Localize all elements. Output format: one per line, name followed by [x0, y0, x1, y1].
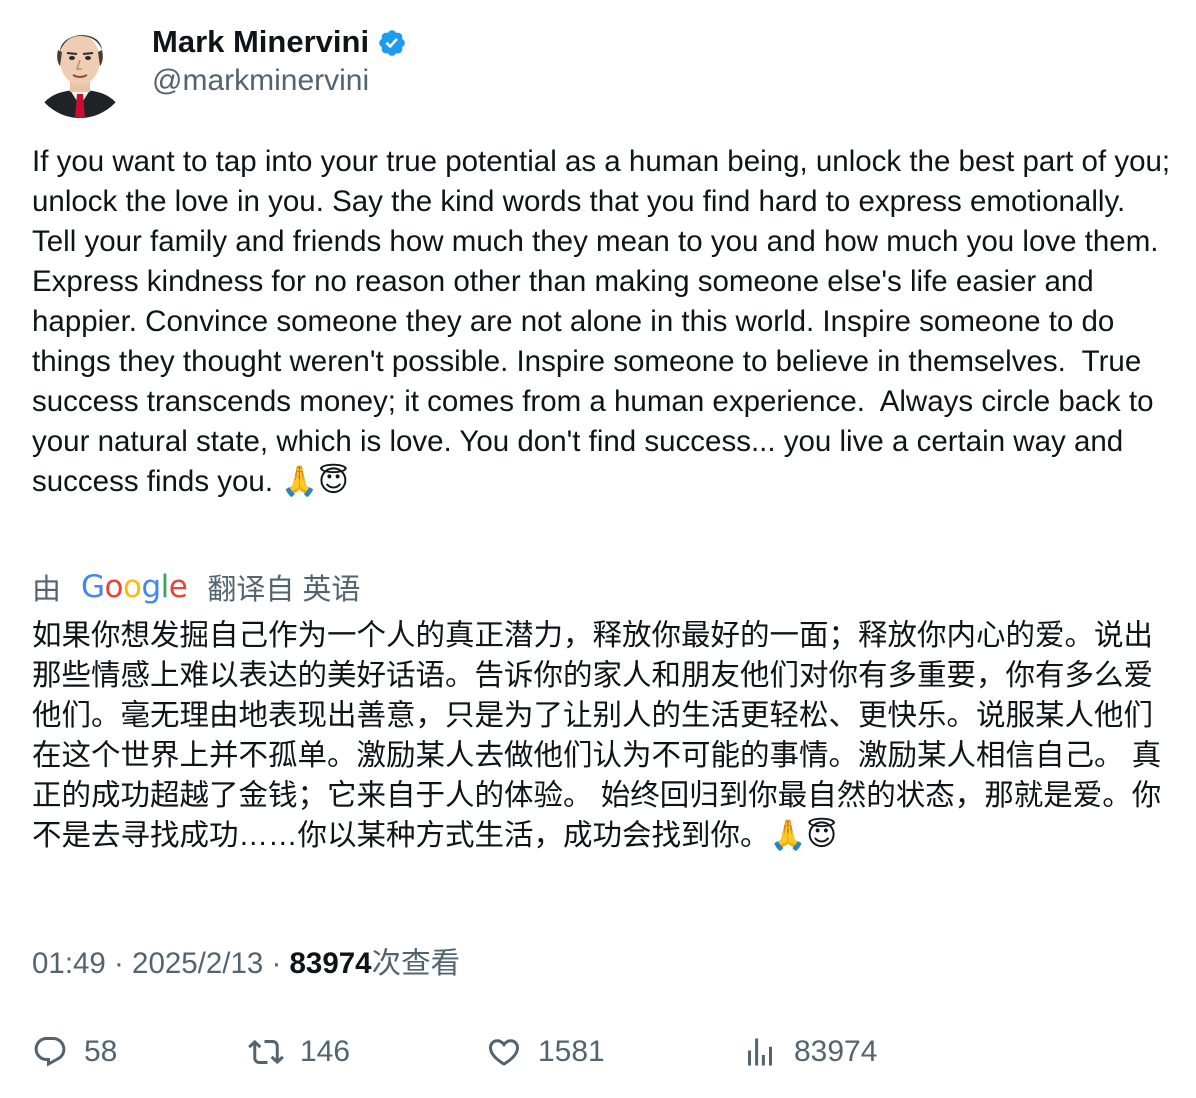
like-button[interactable]: 1581 [486, 1030, 605, 1074]
avatar-caricature-icon [32, 22, 128, 118]
translated-text: 如果你想发掘自己作为一个人的真正潜力，释放你最好的一面；释放你内心的爱。说出那些… [32, 619, 1162, 852]
views-count-action: 83974 [794, 1035, 878, 1068]
tweet-meta: 01:49 · 2025/2/13 · 83974次查看 [32, 944, 460, 984]
author-handle[interactable]: @markminervini [152, 62, 369, 100]
views-label: 次查看 [371, 947, 461, 980]
avatar[interactable] [32, 22, 128, 118]
tweet-time[interactable]: 01:49 [32, 947, 106, 980]
views-count: 83974 [289, 947, 372, 980]
retweet-button[interactable]: 146 [248, 1030, 350, 1074]
retweet-count: 146 [300, 1035, 351, 1068]
reply-count: 58 [84, 1035, 118, 1068]
analytics-bars-icon [748, 1038, 772, 1066]
retweet-icon [248, 1039, 284, 1065]
author-display-name[interactable]: Mark Minervini [152, 22, 369, 62]
like-count: 1581 [538, 1035, 605, 1068]
translation-attribution: 由 Google 翻译自 英语 [32, 566, 360, 608]
translation-prefix: 由 [32, 574, 62, 606]
tweet-text: If you want to tap into your true potent… [32, 145, 1179, 498]
heart-icon [488, 1039, 520, 1066]
tweet-date[interactable]: 2025/2/13 [132, 947, 263, 980]
meta-separator: · [263, 947, 290, 980]
reply-button[interactable]: 58 [32, 1030, 117, 1074]
meta-separator: · [105, 947, 133, 980]
author-name-row[interactable]: Mark Minervini [152, 22, 407, 62]
google-logo: Google [81, 569, 188, 605]
translation-label[interactable]: 翻译自 英语 [207, 566, 360, 608]
views-button[interactable]: 83974 [742, 1030, 877, 1074]
reply-icon [34, 1037, 66, 1067]
action-bar: 58 146 1581 83974 [32, 1030, 1172, 1074]
verified-badge-icon [379, 30, 405, 56]
